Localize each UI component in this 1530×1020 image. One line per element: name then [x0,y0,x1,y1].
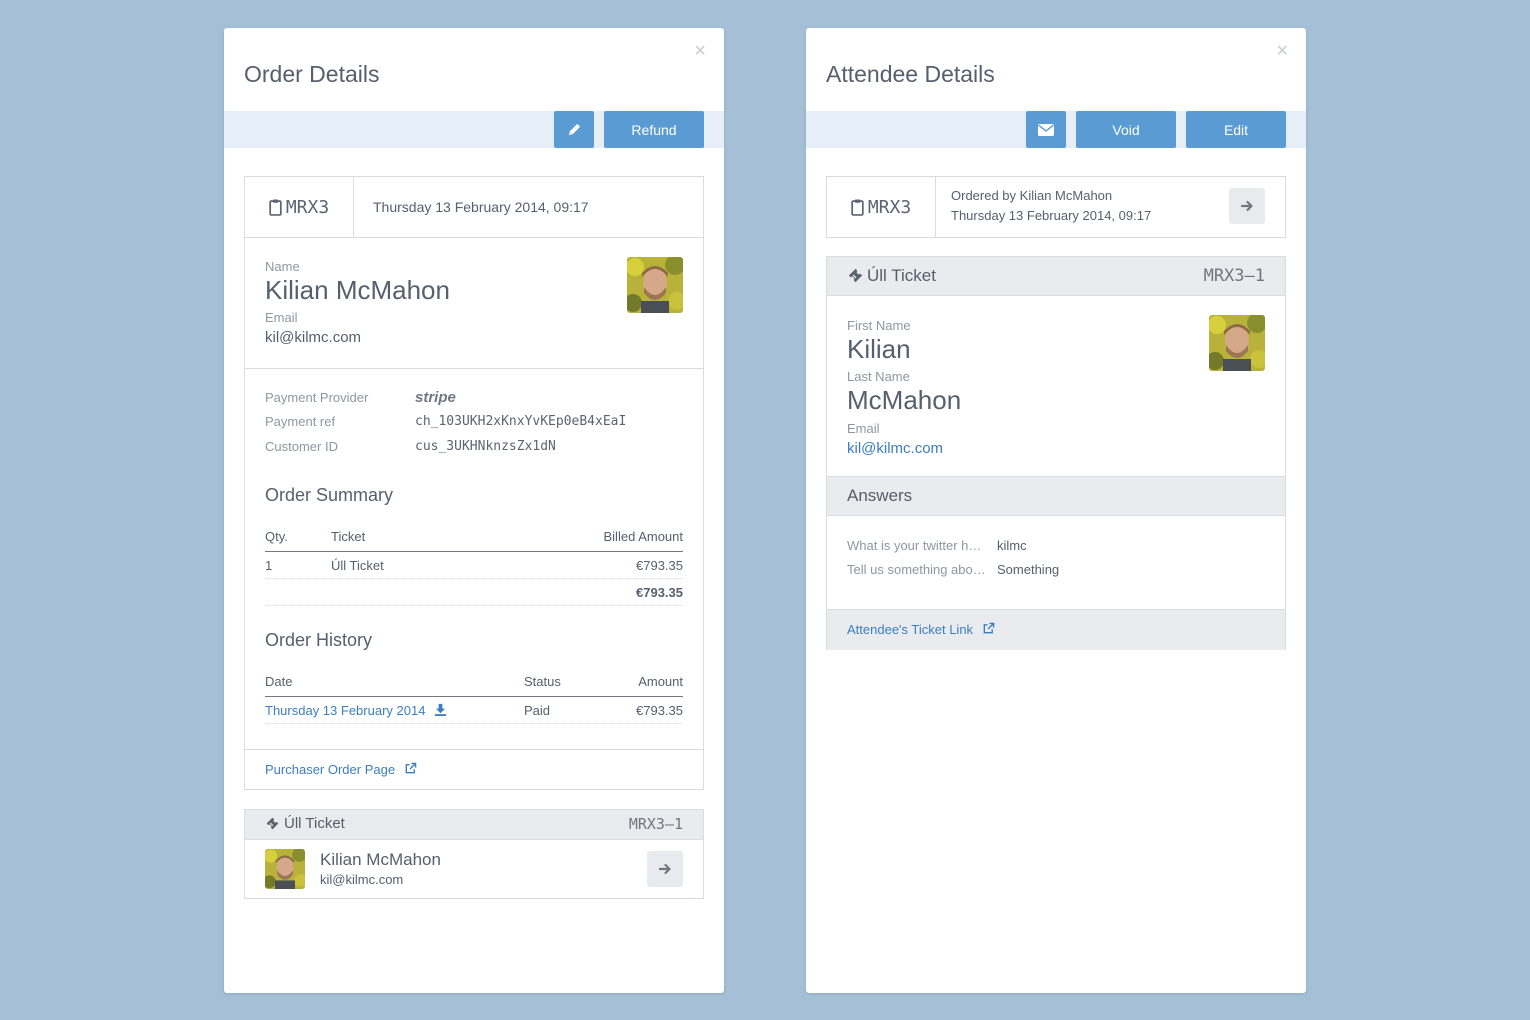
purchaser-order-page-link[interactable]: Purchaser Order Page [265,762,417,777]
last-name-label: Last Name [847,369,910,384]
email-label: Email [847,421,880,436]
ticket-header: Ticket [331,529,366,544]
ticket-ref: MRX3–1 [628,815,683,833]
download-icon[interactable] [434,703,447,716]
payment-ref-label: Payment ref [265,414,336,429]
answer-value: Something [997,562,1060,577]
clipboard-icon [851,199,864,216]
table-row: 1 Úll Ticket €793.35 [265,551,683,579]
history-amount: €793.35 [636,703,683,718]
purchaser-section: Name Kilian McMahon Email kil@kilmc.com [245,237,703,369]
pencil-icon [568,123,580,136]
last-name: McMahon [847,385,962,415]
toolbar: Refund [224,111,724,148]
order-date: Thursday 13 February 2014, 09:17 [951,208,1152,223]
modal-title: Order Details [244,61,380,87]
ticket-icon [847,267,864,284]
ticket-holder-email: kil@kilmc.com [320,872,404,887]
external-link-icon [982,622,995,635]
row-qty: 1 [265,558,273,573]
name-label: Name [265,259,300,274]
ticket-holder-name: Kilian McMahon [320,850,441,869]
avatar [627,257,683,313]
ticket-icon [265,816,280,831]
answers-title: Answers [847,486,913,505]
ticket-name: Úll Ticket [867,266,936,285]
payment-provider-label: Payment Provider [265,390,369,405]
avatar [265,849,305,889]
ticket-name: Úll Ticket [284,815,345,832]
history-date-text: Thursday 13 February 2014 [265,703,426,718]
order-ref-text: MRX3 [867,196,912,218]
answer-value: kilmc [997,538,1027,553]
total-amount: €793.35 [636,585,683,600]
email-button[interactable] [1026,111,1066,148]
total-row: €793.35 [265,578,683,606]
envelope-icon [1038,123,1054,136]
answers-header: Answers [827,476,1285,516]
ticket-link-text: Attendee's Ticket Link [847,622,974,637]
row-amount: €793.35 [636,558,683,573]
order-date: Thursday 13 February 2014, 09:17 [373,199,589,215]
stripe-logo: stripe [415,389,456,406]
ticket-header: Úll Ticket MRX3–1 [245,810,703,840]
external-link-icon [404,762,417,775]
void-button[interactable]: Void [1076,111,1176,148]
email-label: Email [265,310,298,325]
row-ticket: Úll Ticket [331,558,384,573]
ticket-card: Úll Ticket MRX3–1 Kilian McMahon kil@kil… [244,809,704,899]
billed-amount-header: Billed Amount [603,529,684,544]
date-header: Date [265,674,293,689]
history-date-link[interactable]: Thursday 13 February 2014 [265,703,447,718]
attendee-ticket-link[interactable]: Attendee's Ticket Link [847,622,995,637]
first-name: Kilian [847,334,911,364]
purchaser-name: Kilian McMahon [265,275,450,305]
close-icon[interactable]: × [694,40,706,63]
summary-header: Qty. Ticket Billed Amount [265,529,683,552]
ordered-by: Ordered by Kilian McMahon [951,188,1113,203]
clipboard-icon [269,199,282,216]
answer-question: What is your twitter h… [847,538,982,553]
order-card: MRX3 Thursday 13 February 2014, 09:17 Na… [244,176,704,790]
amount-header: Amount [638,674,683,689]
status-header: Status [524,674,561,689]
arrow-right-icon [658,862,672,876]
order-history-title: Order History [265,630,373,650]
history-header: Date Status Amount [265,674,683,697]
order-card: MRX3 Ordered by Kilian McMahon Thursday … [826,176,1286,238]
close-icon[interactable]: × [1276,40,1288,63]
table-row: Thursday 13 February 2014 Paid €793.35 [265,696,683,724]
order-reference: MRX3 [827,177,936,237]
avatar [1209,315,1265,371]
qty-header: Qty. [265,529,288,544]
modal-title: Attendee Details [826,61,995,87]
ticket-ref: MRX3–1 [1203,266,1265,286]
ticket-header: Úll Ticket MRX3–1 [827,257,1285,296]
customer-id: cus_3UKHNknzsZx1dN [415,439,556,454]
toolbar: Void Edit [806,111,1306,148]
history-status: Paid [524,703,551,718]
order-details-modal: × Order Details Refund MRX3 Thursday 13 … [224,28,724,993]
refund-button[interactable]: Refund [604,111,704,148]
answer-question: Tell us something abo… [847,562,986,577]
customer-id-label: Customer ID [265,439,338,454]
arrow-right-icon [1240,199,1254,213]
order-reference: MRX3 [245,177,354,237]
order-header: MRX3 Thursday 13 February 2014, 09:17 [245,177,703,238]
edit-pencil-button[interactable] [554,111,594,148]
purchaser-link-row: Purchaser Order Page [245,749,703,790]
purchaser-email: kil@kilmc.com [265,329,362,346]
payment-ref: ch_103UKH2xKnxYvKEp0eB4xEaI [415,414,627,429]
view-attendee-button[interactable] [647,851,683,887]
attendee-email-link[interactable]: kil@kilmc.com [847,440,943,457]
ticket-link-row: Attendee's Ticket Link [827,609,1285,650]
order-ref-text: MRX3 [285,196,330,218]
attendee-details-modal: × Attendee Details Void Edit MRX3 Ordere… [806,28,1306,993]
order-summary-title: Order Summary [265,485,394,505]
view-order-button[interactable] [1229,188,1265,224]
purchaser-link-text: Purchaser Order Page [265,762,396,777]
attendee-card: Úll Ticket MRX3–1 First Name Kilian Last… [826,256,1286,650]
first-name-label: First Name [847,318,911,333]
edit-button[interactable]: Edit [1186,111,1286,148]
